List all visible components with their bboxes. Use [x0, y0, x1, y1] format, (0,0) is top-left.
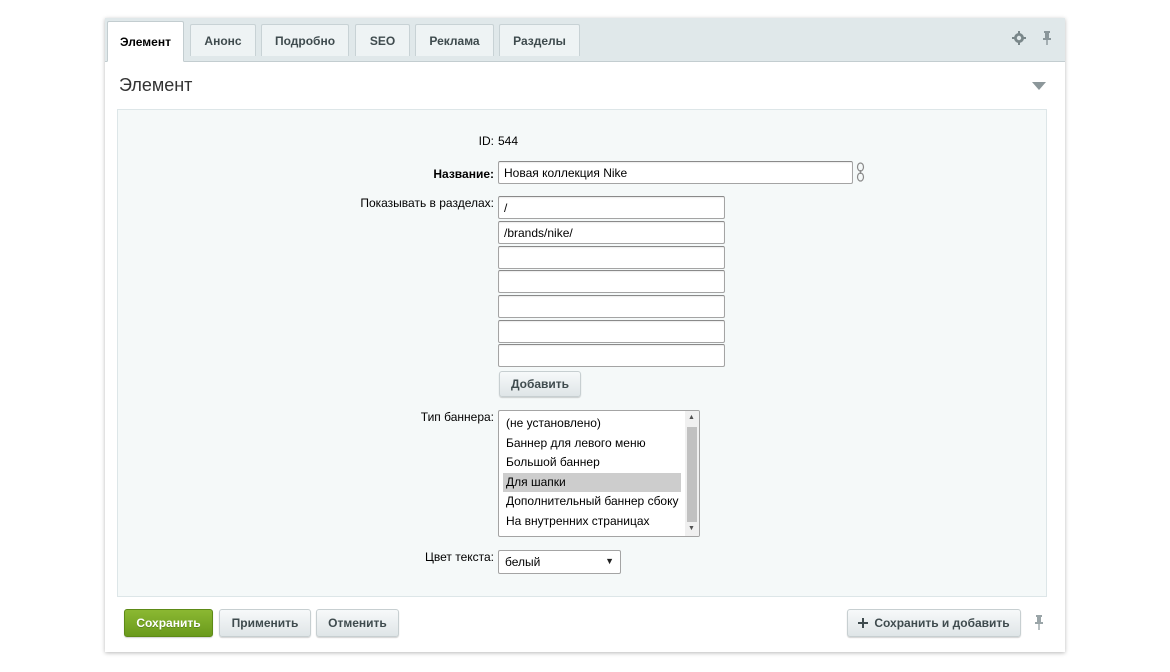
section-path-field-5[interactable] — [498, 295, 725, 318]
gear-icon[interactable] — [1011, 30, 1027, 46]
tab-tools — [1011, 30, 1055, 46]
name-label: Название: — [433, 167, 494, 181]
banner-type-label: Тип баннера: — [420, 410, 494, 424]
banner-type-listbox[interactable]: (не установлено) Баннер для левого меню … — [498, 410, 700, 537]
apply-button[interactable]: Применить — [219, 609, 311, 637]
cancel-button[interactable]: Отменить — [316, 609, 399, 637]
scroll-thumb[interactable] — [687, 427, 697, 522]
tab-anons[interactable]: Анонс — [190, 24, 256, 56]
link-icon[interactable] — [856, 162, 865, 182]
list-option[interactable]: (не установлено) — [503, 414, 681, 433]
form-panel: ID: 544 Название: Показывать в разделах:… — [117, 109, 1047, 597]
section-path-field-4[interactable] — [498, 270, 725, 293]
section-path-field-2[interactable] — [498, 221, 725, 244]
section-title: Элемент — [119, 75, 193, 95]
section-path-field-7[interactable] — [498, 344, 725, 367]
chevron-down-icon[interactable] — [1032, 82, 1046, 91]
section-path-field-3[interactable] — [498, 246, 725, 269]
list-option[interactable]: Большой баннер — [503, 453, 681, 472]
add-section-button[interactable]: Добавить — [499, 371, 581, 397]
tab-bar: Элемент Анонс Подробно SEO Реклама Разде… — [105, 18, 1065, 62]
save-and-add-button[interactable]: Сохранить и добавить — [847, 609, 1021, 637]
id-label: ID: — [478, 134, 494, 148]
edit-element-window: Элемент Анонс Подробно SEO Реклама Разде… — [105, 18, 1065, 652]
tab-element[interactable]: Элемент — [107, 21, 184, 62]
scroll-down-icon[interactable]: ▼ — [688, 525, 695, 533]
tab-seo[interactable]: SEO — [355, 24, 410, 56]
save-and-add-label: Сохранить и добавить — [874, 616, 1010, 630]
text-color-value: белый — [505, 555, 541, 569]
plus-icon — [858, 618, 869, 628]
scroll-up-icon[interactable]: ▲ — [688, 414, 695, 422]
text-color-label: Цвет текста: — [424, 550, 494, 564]
listbox-scrollbar[interactable]: ▲ ▼ — [685, 411, 699, 536]
tab-details[interactable]: Подробно — [261, 24, 349, 56]
tab-sections[interactable]: Разделы — [499, 24, 580, 56]
dropdown-arrow-icon: ▼ — [605, 556, 614, 566]
list-option[interactable]: Баннер для левого меню — [503, 434, 681, 453]
list-option-selected[interactable]: Для шапки — [503, 473, 681, 492]
tab-advertising[interactable]: Реклама — [415, 24, 494, 56]
section-path-field-1[interactable] — [498, 196, 725, 219]
list-option[interactable]: На внутренних страницах — [503, 512, 681, 531]
text-color-select[interactable]: белый ▼ — [498, 550, 621, 574]
pin-icon[interactable] — [1039, 30, 1055, 46]
sections-label: Показывать в разделах: — [360, 196, 494, 210]
save-button[interactable]: Сохранить — [124, 609, 213, 637]
name-field[interactable] — [498, 161, 853, 184]
list-option[interactable]: Дополнительный баннер сбоку — [503, 492, 681, 511]
pin-icon[interactable] — [1033, 615, 1045, 631]
id-value: 544 — [498, 134, 519, 148]
section-path-field-6[interactable] — [498, 320, 725, 343]
